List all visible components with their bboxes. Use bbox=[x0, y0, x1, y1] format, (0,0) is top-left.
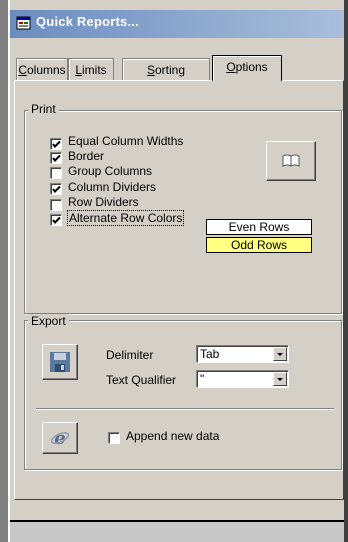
checkmark-icon bbox=[52, 216, 61, 224]
column-dividers-label[interactable]: Column Dividers bbox=[68, 180, 156, 194]
tab-columns[interactable]: Columns bbox=[16, 58, 68, 80]
border-checkbox[interactable] bbox=[50, 152, 62, 164]
tab-options[interactable]: Options bbox=[212, 55, 282, 81]
checkmark-icon bbox=[52, 140, 61, 148]
tab-sorting-rest: orting bbox=[154, 63, 186, 77]
tab-options-rest: ptions bbox=[235, 60, 268, 74]
row-dividers-label[interactable]: Row Dividers bbox=[68, 195, 139, 209]
svg-text:e: e bbox=[54, 428, 65, 448]
delimiter-value: Tab bbox=[200, 347, 220, 361]
book-icon bbox=[282, 154, 300, 167]
border-label[interactable]: Border bbox=[68, 149, 104, 163]
checkmark-icon bbox=[52, 154, 61, 162]
append-new-data-label[interactable]: Append new data bbox=[126, 429, 219, 443]
delimiter-dropdown-button[interactable] bbox=[273, 347, 287, 361]
odd-rows-color-button[interactable]: Odd Rows bbox=[206, 237, 312, 253]
title-bar[interactable]: Quick Reports... bbox=[10, 10, 344, 38]
tab-sorting-accel: S bbox=[146, 63, 155, 77]
window-left-highlight bbox=[8, 0, 10, 542]
text-qualifier-value: " bbox=[200, 372, 205, 386]
app-icon bbox=[16, 15, 32, 31]
row-dividers-checkbox[interactable] bbox=[50, 199, 62, 211]
window-title: Quick Reports... bbox=[36, 14, 139, 29]
delimiter-label: Delimiter bbox=[106, 348, 154, 362]
text-qualifier-select[interactable]: " bbox=[196, 370, 289, 388]
print-group-label: Print bbox=[28, 102, 59, 116]
tab-limits[interactable]: Limits bbox=[68, 58, 114, 80]
append-new-data-checkbox[interactable] bbox=[108, 432, 120, 444]
open-in-browser-button[interactable]: e bbox=[42, 422, 78, 454]
tab-limits-accel: L bbox=[75, 63, 82, 77]
alternate-row-colors-text: Alternate Row Colors bbox=[66, 210, 185, 226]
column-dividers-checkbox[interactable] bbox=[50, 183, 62, 195]
status-strip bbox=[10, 522, 344, 542]
checkmark-icon bbox=[52, 185, 61, 193]
tab-columns-rest: olumns bbox=[26, 63, 66, 77]
export-save-button[interactable] bbox=[42, 344, 78, 380]
print-preview-button[interactable] bbox=[266, 141, 316, 181]
tab-sorting[interactable]: Sorting bbox=[122, 58, 210, 80]
group-columns-checkbox[interactable] bbox=[50, 167, 62, 179]
tab-limits-rest: imits bbox=[82, 63, 107, 77]
chevron-down-icon bbox=[277, 378, 283, 381]
window-left-border bbox=[0, 0, 8, 542]
export-separator-highlight bbox=[36, 409, 334, 410]
alternate-row-colors-label[interactable]: Alternate Row Colors bbox=[66, 210, 185, 226]
tab-options-accel: O bbox=[226, 60, 236, 74]
tab-columns-accel: C bbox=[18, 63, 27, 77]
chevron-down-icon bbox=[277, 353, 283, 356]
group-columns-label[interactable]: Group Columns bbox=[68, 164, 152, 178]
text-qualifier-label: Text Qualifier bbox=[106, 373, 177, 387]
equal-column-widths-checkbox[interactable] bbox=[50, 138, 62, 150]
equal-column-widths-label[interactable]: Equal Column Widths bbox=[68, 134, 183, 148]
internet-explorer-icon: e bbox=[50, 428, 70, 448]
alternate-row-colors-checkbox[interactable] bbox=[50, 214, 62, 226]
window-right-border bbox=[344, 0, 348, 542]
text-qualifier-dropdown-button[interactable] bbox=[273, 372, 287, 386]
floppy-disk-icon bbox=[50, 352, 70, 372]
even-rows-color-button[interactable]: Even Rows bbox=[206, 219, 312, 235]
delimiter-select[interactable]: Tab bbox=[196, 345, 289, 363]
export-group-label: Export bbox=[28, 314, 69, 328]
